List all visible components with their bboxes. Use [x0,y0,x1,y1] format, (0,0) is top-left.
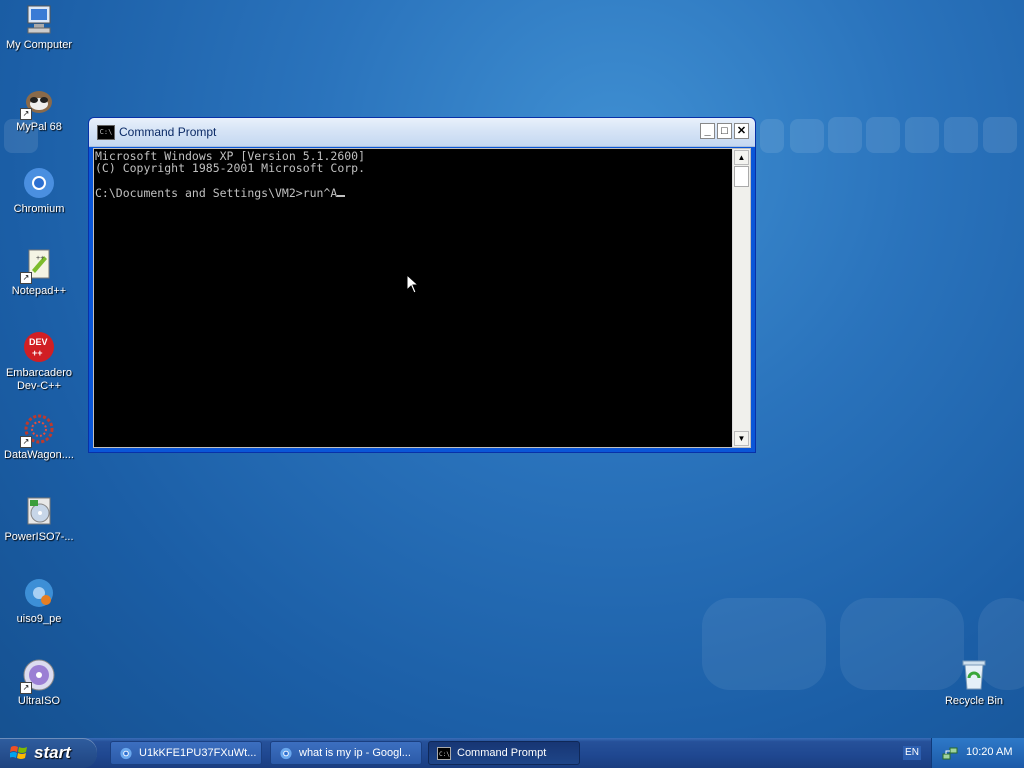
vertical-scrollbar[interactable]: ▲ ▼ [732,149,750,447]
poweriso-icon [22,494,56,528]
my-computer-icon [22,2,56,36]
taskbar-button-label: what is my ip - Googl... [299,747,411,759]
desktop-icon-label: My Computer [5,39,73,51]
scroll-up-arrow-icon[interactable]: ▲ [734,150,749,165]
close-button[interactable]: ✕ [734,123,749,139]
decorative-tile [702,598,826,690]
text-cursor [337,186,346,197]
desktop-icon-label: Embarcadero Dev-C++ [5,367,73,392]
recycle-bin-icon [957,658,991,692]
desktop-icon-label: Recycle Bin [944,695,1004,707]
window-titlebar[interactable]: C:\ Command Prompt _ □ ✕ [89,118,755,147]
shortcut-arrow-icon: ↗ [20,108,32,120]
taskbar-button-browser-2[interactable]: what is my ip - Googl... [270,741,422,765]
maximize-button[interactable]: □ [717,123,732,139]
cmd-icon: C:\ [97,125,115,140]
desktop-icon-label: uiso9_pe [16,613,62,625]
desktop-icon-label: MyPal 68 [16,121,62,133]
taskbar: start U1kKFE1PU37FXuWt... what is my ip … [0,738,1024,768]
desktop-icon-uiso[interactable]: uiso9_pe [0,576,78,626]
taskbar-button-browser-1[interactable]: U1kKFE1PU37FXuWt... [110,741,262,765]
console-line: (C) Copyright 1985-2001 Microsoft Corp. [95,161,366,175]
svg-text:C:\: C:\ [439,751,450,758]
clock[interactable]: 10:20 AM [966,746,1012,758]
svg-text:++: ++ [32,348,43,358]
decorative-tile [790,119,824,153]
language-indicator[interactable]: EN [903,746,921,760]
desktop-icon-mypal[interactable]: ↗ MyPal 68 [0,84,78,134]
svg-text:++: ++ [36,255,44,262]
desktop-icon-label: Chromium [13,203,65,215]
decorative-tile [944,117,978,153]
decorative-tile [760,119,784,153]
notepadpp-icon: ++ ↗ [20,248,56,284]
desktop-icon-ultraiso[interactable]: ↗ UltraISO [0,658,78,708]
desktop-icon-label: Notepad++ [11,285,67,297]
shortcut-arrow-icon: ↗ [20,436,32,448]
datawagon-icon: ↗ [20,412,56,448]
decorative-tile [905,117,939,153]
taskbar-button-label: U1kKFE1PU37FXuWt... [139,747,257,759]
taskbar-button-label: Command Prompt [457,747,547,759]
desktop-icon-datawagon[interactable]: ↗ DataWagon.... [0,412,78,462]
desktop-icon-label: UltraISO [17,695,61,707]
chromium-icon [280,747,292,760]
desktop-icon-chromium[interactable]: Chromium [0,166,78,216]
desktop-icon-label: PowerISO7-... [4,531,74,543]
desktop-icon-poweriso[interactable]: PowerISO7-... [0,494,78,544]
shortcut-arrow-icon: ↗ [20,272,32,284]
window-title: Command Prompt [119,125,217,139]
ultraiso-icon: ↗ [20,658,56,694]
svg-text:DEV: DEV [29,337,48,347]
mypal-icon: ↗ [20,84,56,120]
command-prompt-window[interactable]: C:\ Command Prompt _ □ ✕ Microsoft Windo… [88,117,756,453]
decorative-tile [828,117,862,153]
start-label: start [34,743,71,762]
minimize-button[interactable]: _ [700,123,715,139]
windows-flag-icon [10,746,27,759]
console-line: C:\Documents and Settings\VM2>run^A [95,186,735,199]
system-tray: 10:20 AM [931,738,1024,768]
chromium-icon [22,166,56,200]
decorative-tile [983,117,1017,153]
decorative-tile [866,117,900,153]
desktop-icon-devcpp[interactable]: DEV ++ Embarcadero Dev-C++ [0,330,78,393]
shortcut-arrow-icon: ↗ [20,682,32,694]
devcpp-icon: DEV ++ [22,330,56,364]
mouse-pointer-icon [406,274,418,294]
scroll-down-arrow-icon[interactable]: ▼ [734,431,749,446]
uiso-icon [22,576,56,610]
desktop-icon-recycle-bin[interactable]: Recycle Bin [935,658,1013,708]
console-prompt-text: C:\Documents and Settings\VM2>run^A [95,186,338,200]
desktop-icon-label: DataWagon.... [4,449,74,461]
network-icon[interactable] [942,745,958,761]
console-area[interactable]: Microsoft Windows XP [Version 5.1.2600](… [93,148,751,448]
taskbar-button-command-prompt[interactable]: C:\ Command Prompt [428,741,580,765]
start-button[interactable]: start [0,738,97,768]
scroll-thumb[interactable] [734,166,749,187]
console-output[interactable]: Microsoft Windows XP [Version 5.1.2600](… [95,149,735,448]
cmd-icon: C:\ [437,747,451,760]
chromium-icon [120,747,132,760]
desktop-icon-notepadpp[interactable]: ++ ↗ Notepad++ [0,248,78,298]
desktop-icon-my-computer[interactable]: My Computer [0,2,78,52]
